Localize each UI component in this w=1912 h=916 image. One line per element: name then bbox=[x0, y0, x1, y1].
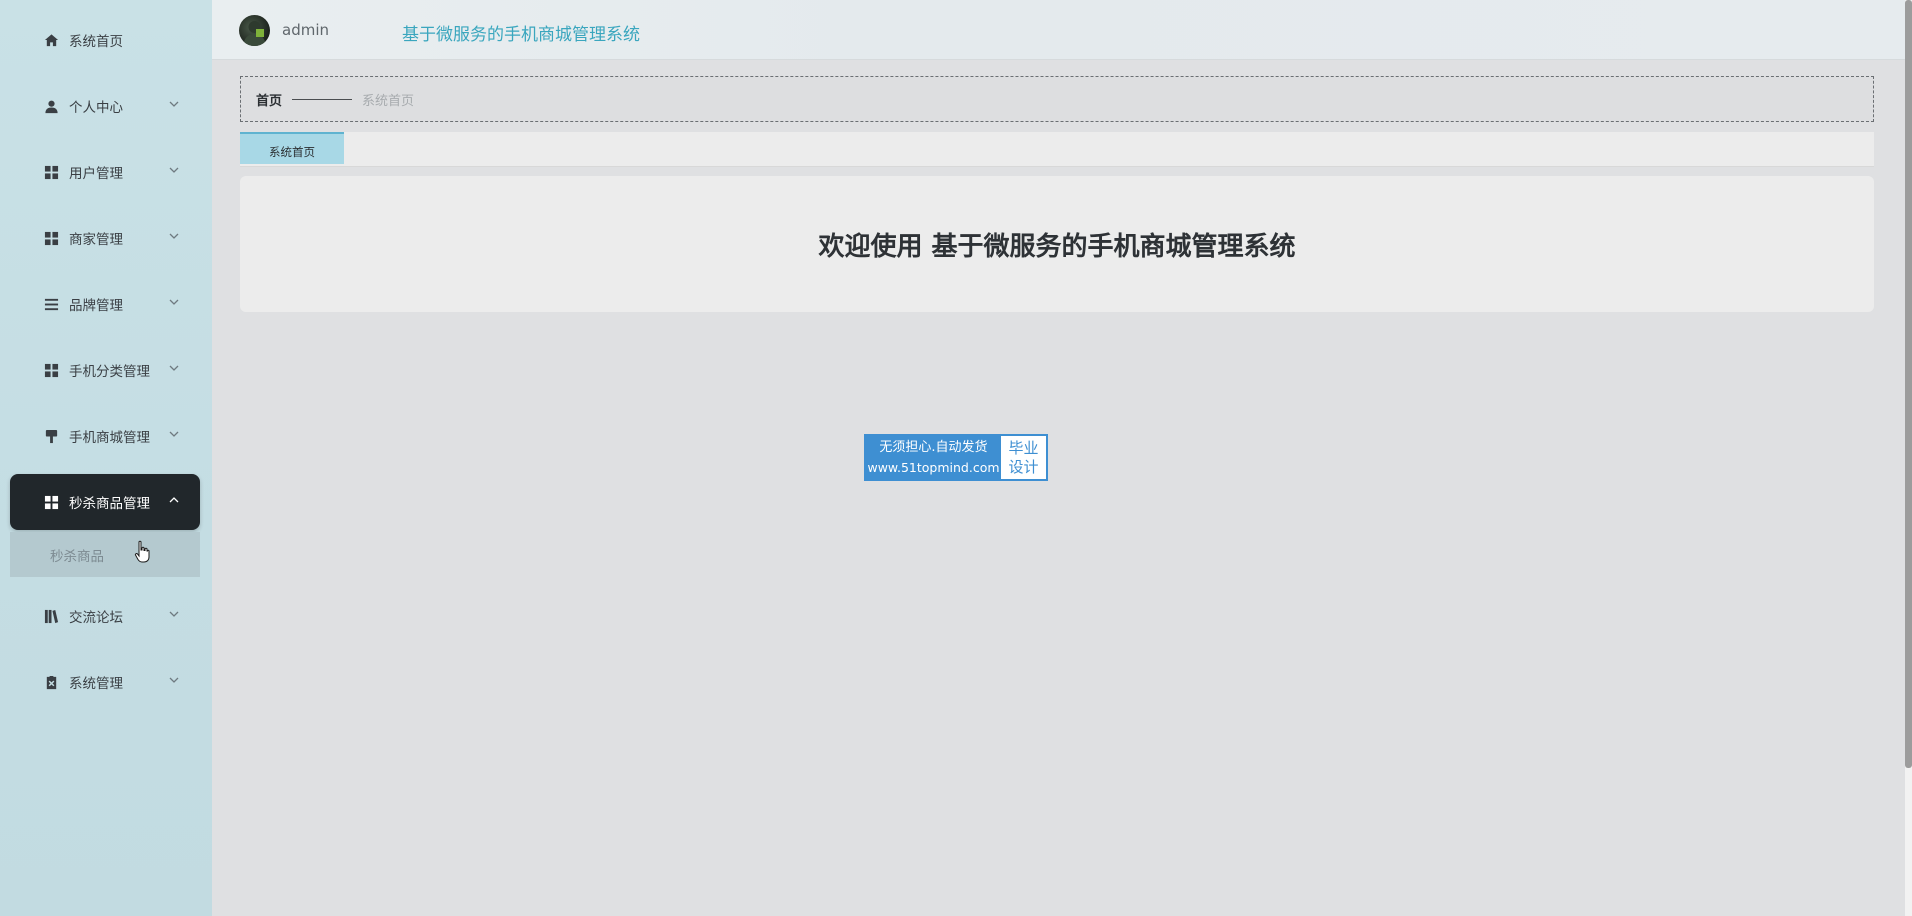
scrollbar[interactable] bbox=[1905, 0, 1912, 916]
sidebar-item-system-management[interactable]: 系统管理 bbox=[10, 654, 200, 710]
chevron-down-icon bbox=[168, 428, 180, 440]
watermark-slogan: 无须担心.自动发货 bbox=[879, 439, 988, 455]
hand-cursor-icon bbox=[134, 540, 150, 563]
chevron-down-icon bbox=[168, 362, 180, 374]
book-icon bbox=[42, 607, 60, 625]
tab-label: 系统首页 bbox=[269, 145, 315, 159]
tab-system-home[interactable]: 系统首页 bbox=[240, 132, 344, 164]
sidebar-item-label: 交流论坛 bbox=[69, 610, 123, 626]
sidebar-item-label: 个人中心 bbox=[69, 100, 123, 116]
breadcrumb-current: 系统首页 bbox=[362, 93, 415, 109]
clipboard-icon bbox=[42, 673, 60, 691]
sidebar: 系统首页 个人中心 用户管理 商家管理 品牌管理 手机分类管理 手机商城管理 秒… bbox=[0, 0, 212, 916]
sidebar-item-personal-center[interactable]: 个人中心 bbox=[10, 78, 200, 134]
brush-icon bbox=[42, 427, 60, 445]
avatar[interactable] bbox=[239, 15, 270, 46]
sidebar-item-label: 系统首页 bbox=[69, 34, 123, 50]
system-title: 基于微服务的手机商城管理系统 bbox=[402, 25, 640, 45]
sidebar-subitem-label: 秒杀商品 bbox=[50, 548, 104, 565]
home-icon bbox=[42, 31, 60, 49]
welcome-heading: 欢迎使用 基于微服务的手机商城管理系统 bbox=[818, 231, 1296, 262]
watermark-left: 无须担心.自动发货 www.51topmind.com bbox=[866, 436, 1001, 479]
chevron-down-icon bbox=[168, 296, 180, 308]
chevron-up-icon bbox=[168, 494, 180, 506]
sidebar-item-flash-sale-management[interactable]: 秒杀商品管理 bbox=[10, 474, 200, 530]
breadcrumb: 首页 系统首页 bbox=[240, 76, 1874, 122]
top-header: admin 基于微服务的手机商城管理系统 bbox=[212, 0, 1905, 60]
sidebar-item-merchant-management[interactable]: 商家管理 bbox=[10, 210, 200, 266]
sidebar-item-label: 手机商城管理 bbox=[69, 430, 150, 446]
watermark-right-line1: 毕业 bbox=[1008, 438, 1039, 457]
sidebar-item-label: 秒杀商品管理 bbox=[69, 496, 150, 512]
sidebar-item-user-management[interactable]: 用户管理 bbox=[10, 144, 200, 200]
chevron-down-icon bbox=[168, 230, 180, 242]
chevron-down-icon bbox=[168, 608, 180, 620]
breadcrumb-home[interactable]: 首页 bbox=[256, 90, 282, 109]
scrollbar-thumb[interactable] bbox=[1905, 0, 1912, 768]
sidebar-item-label: 手机分类管理 bbox=[69, 364, 150, 380]
watermark-url: www.51topmind.com bbox=[867, 459, 1000, 475]
username[interactable]: admin bbox=[282, 21, 329, 39]
grid-icon bbox=[42, 163, 60, 181]
chevron-down-icon bbox=[168, 674, 180, 686]
chevron-down-icon bbox=[168, 164, 180, 176]
sidebar-item-forum[interactable]: 交流论坛 bbox=[10, 588, 200, 644]
grid-icon bbox=[42, 361, 60, 379]
grid-icon bbox=[42, 229, 60, 247]
chevron-down-icon bbox=[168, 98, 180, 110]
sidebar-item-phone-mall-management[interactable]: 手机商城管理 bbox=[10, 408, 200, 464]
user-icon bbox=[42, 97, 60, 115]
sidebar-item-brand-management[interactable]: 品牌管理 bbox=[10, 276, 200, 332]
sidebar-item-label: 商家管理 bbox=[69, 232, 123, 248]
watermark-badge: 无须担心.自动发货 www.51topmind.com 毕业 设计 bbox=[864, 434, 1048, 481]
list-icon bbox=[42, 295, 60, 313]
watermark-right: 毕业 设计 bbox=[1001, 436, 1046, 479]
sidebar-item-label: 系统管理 bbox=[69, 676, 123, 692]
sidebar-item-label: 品牌管理 bbox=[69, 298, 123, 314]
sidebar-item-phone-category-management[interactable]: 手机分类管理 bbox=[10, 342, 200, 398]
breadcrumb-separator bbox=[292, 98, 353, 100]
tabs-bar: 系统首页 bbox=[240, 132, 1874, 167]
grid-icon bbox=[42, 493, 60, 511]
watermark-right-line2: 设计 bbox=[1008, 457, 1039, 476]
welcome-card: 欢迎使用 基于微服务的手机商城管理系统 bbox=[240, 176, 1874, 312]
sidebar-item-label: 用户管理 bbox=[69, 166, 123, 182]
sidebar-subitem-flash-sale-goods[interactable]: 秒杀商品 bbox=[10, 532, 200, 577]
sidebar-item-home[interactable]: 系统首页 bbox=[10, 12, 200, 68]
